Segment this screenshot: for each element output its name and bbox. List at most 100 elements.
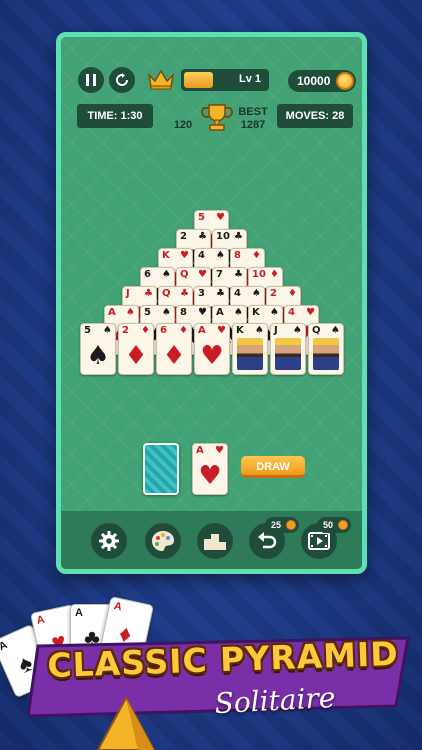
draw-button[interactable]: DRAW <box>241 456 305 478</box>
undo-button[interactable]: 25 <box>249 517 300 559</box>
undo-cost: 25 <box>265 517 300 533</box>
card-corner-suit: ♠ <box>255 325 264 336</box>
coin-icon <box>336 72 354 90</box>
card-rank: Q <box>312 325 321 336</box>
card-corner-suit: ♠ <box>252 288 261 299</box>
stock-pile[interactable] <box>143 443 179 495</box>
card-corner-suit: ♥ <box>217 325 226 336</box>
card-rank: 5 <box>144 307 151 318</box>
card-corner-suit: ♠ <box>126 307 135 318</box>
card-rank: 8 <box>180 307 187 318</box>
card-corner-suit: ♠ <box>331 325 340 336</box>
restart-button[interactable] <box>109 67 135 93</box>
card-corner-suit: ♦ <box>141 325 150 336</box>
card-corner-suit: ♥ <box>306 307 315 318</box>
card-rank: 4 <box>288 307 295 318</box>
card-rank: A <box>0 639 10 654</box>
card-corner-suit: ♠ <box>162 269 171 280</box>
coin-icon <box>286 520 297 530</box>
coin-icon <box>338 520 349 530</box>
playing-card[interactable]: 2 ♦ ♦ <box>118 323 154 375</box>
moves-display: MOVES: 28 <box>277 104 353 128</box>
pause-button[interactable] <box>78 67 104 93</box>
card-rank: 10 <box>252 269 266 280</box>
card-rank: A <box>112 600 123 614</box>
card-rank: 6 <box>160 325 167 336</box>
card-corner-suit: ♣ <box>180 288 189 299</box>
card-rank: 6 <box>144 269 151 280</box>
playing-card[interactable]: K ♠ <box>232 323 268 375</box>
card-rank: 4 <box>198 250 205 261</box>
card-rank: J <box>126 288 130 299</box>
card-rank: K <box>236 325 244 336</box>
card-corner-suit: ♥ <box>216 212 225 223</box>
card-corner-suit: ♦ <box>179 325 188 336</box>
face-card-art <box>237 338 263 370</box>
card-corner-suit: ♥ <box>198 269 207 280</box>
card-corner-suit: ♥ <box>198 307 207 318</box>
leaderboard-button[interactable] <box>197 523 233 559</box>
card-corner-suit: ♣ <box>216 288 225 299</box>
level-progress-bar: Lv 1 <box>181 69 269 91</box>
card-corner-suit: ♣ <box>234 269 243 280</box>
card-rank: 5 <box>198 212 205 223</box>
theme-button[interactable] <box>145 523 181 559</box>
card-corner-suit: ♠ <box>162 307 171 318</box>
video-icon <box>308 532 330 550</box>
video-cost: 50 <box>317 517 352 533</box>
level-label: Lv 1 <box>238 73 261 85</box>
card-rank: 8 <box>234 250 241 261</box>
card-rank: 4 <box>234 288 241 299</box>
coin-balance[interactable]: 10000 <box>288 70 356 92</box>
card-suit: ♠ <box>86 341 110 371</box>
playing-card[interactable]: J ♠ <box>270 323 306 375</box>
playing-card[interactable]: 6 ♦ ♦ <box>156 323 192 375</box>
best-value: 1287 <box>240 119 266 131</box>
gear-icon <box>99 531 119 551</box>
undo-icon <box>258 532 277 549</box>
card-corner-suit: ♠ <box>293 325 302 336</box>
card-rank: 2 <box>180 231 187 242</box>
card-corner-suit: ♣ <box>198 231 207 242</box>
score-value: 120 <box>173 119 193 131</box>
card-rank: A <box>196 445 204 456</box>
coin-count: 10000 <box>297 74 331 88</box>
card-corner-suit: ♦ <box>270 269 279 280</box>
video-hint-button[interactable]: 50 <box>301 517 352 559</box>
crown-icon <box>147 69 175 90</box>
face-card-art <box>313 338 339 370</box>
bottom-toolbar: 25 50 <box>61 511 362 569</box>
podium-icon <box>204 534 226 550</box>
card-corner-suit: ♦ <box>252 250 261 261</box>
playing-card[interactable]: A ♥ ♥ <box>194 323 230 375</box>
card-corner-suit: ♥ <box>215 445 224 456</box>
card-rank: 5 <box>84 325 91 336</box>
card-rank: 3 <box>198 288 205 299</box>
settings-button[interactable] <box>91 523 127 559</box>
card-suit: ♥ <box>200 341 224 371</box>
playing-card[interactable]: 5 ♠ ♠ <box>80 323 116 375</box>
palette-icon <box>152 531 174 551</box>
face-card-art <box>275 338 301 370</box>
card-corner-suit: ♣ <box>144 288 153 299</box>
pyramid-logo-icon <box>96 695 156 750</box>
card-rank: A <box>35 613 46 627</box>
card-corner-suit: ♦ <box>288 288 297 299</box>
trophy-icon <box>201 104 233 131</box>
card-rank: A <box>75 607 83 619</box>
game-screen: Lv 1 10000 TIME: 1:30 MOVES: 28 120 BEST… <box>56 32 367 574</box>
card-rank: 10 <box>216 231 230 242</box>
card-corner-suit: ♠ <box>103 325 112 336</box>
card-corner-suit: ♣ <box>234 231 243 242</box>
time-display: TIME: 1:30 <box>77 104 153 128</box>
card-rank: 2 <box>270 288 277 299</box>
card-rank: J <box>274 325 278 336</box>
card-suit: ♥ <box>198 461 222 491</box>
card-rank: A <box>198 325 206 336</box>
video-cost-value: 50 <box>323 520 334 530</box>
card-rank: K <box>162 250 170 261</box>
restart-icon <box>116 73 128 86</box>
card-rank: 7 <box>216 269 223 280</box>
playing-card[interactable]: Q ♠ <box>308 323 344 375</box>
waste-card[interactable]: A ♥ ♥ <box>192 443 228 495</box>
